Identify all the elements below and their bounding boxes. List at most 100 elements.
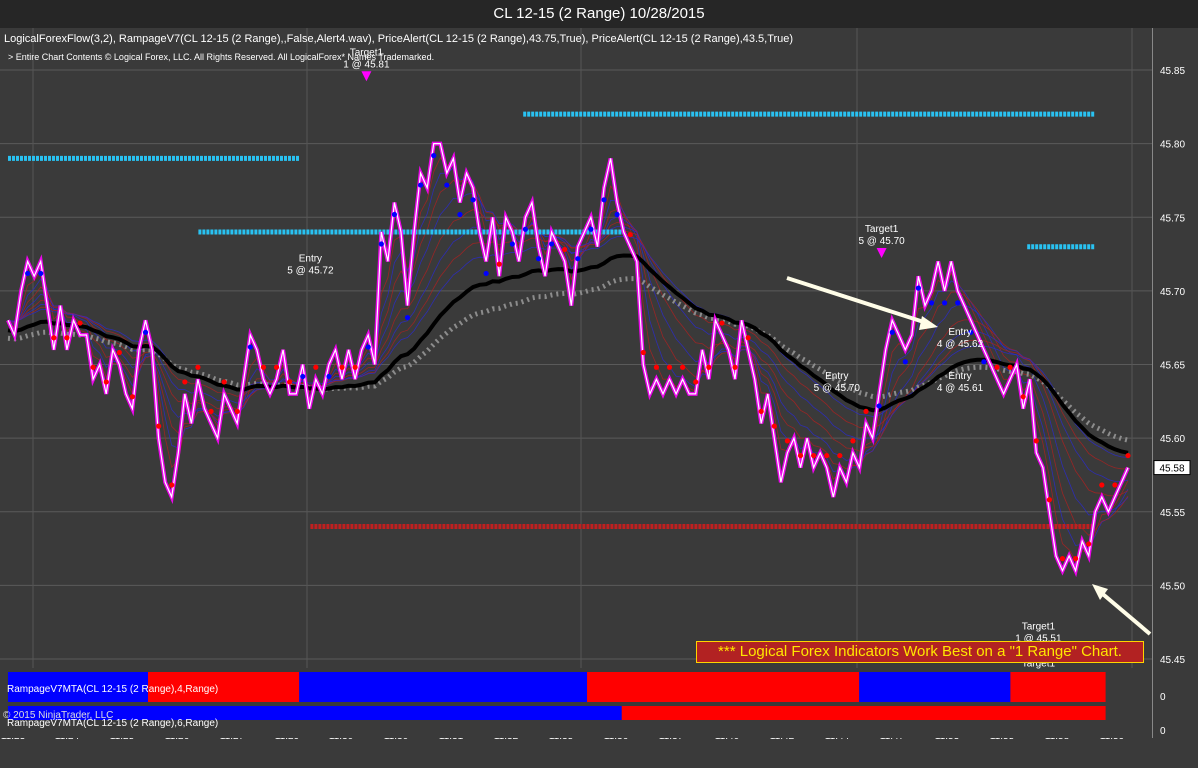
trend-dot <box>25 270 31 277</box>
trend-dot <box>103 379 109 385</box>
trend-dot <box>77 320 83 326</box>
trend-dot <box>129 394 136 400</box>
panel-segment <box>621 706 1106 720</box>
trend-dot <box>863 408 869 414</box>
trend-dot <box>431 153 437 159</box>
trend-dot <box>758 408 764 414</box>
trend-dot <box>1020 394 1026 400</box>
annotation-value: 5 @ 45.70 <box>814 383 861 394</box>
trend-dot <box>1059 556 1066 562</box>
trend-dot <box>719 320 725 326</box>
trend-dot <box>562 246 568 253</box>
trend-dot <box>732 364 738 370</box>
trend-dot <box>942 300 948 306</box>
trend-dot <box>784 438 791 444</box>
y-tick-label: 45.55 <box>1160 508 1185 519</box>
trend-dot <box>876 403 882 409</box>
trend-dot <box>745 335 751 341</box>
trend-dot <box>811 452 817 459</box>
trend-dot <box>457 211 463 218</box>
trend-dot <box>182 379 188 385</box>
copyright-line: > Entire Chart Contents © Logical Forex,… <box>8 52 435 62</box>
trend-dot <box>352 364 358 370</box>
trend-dot <box>575 256 581 262</box>
trend-dot <box>483 270 489 277</box>
annotation-label: Entry <box>299 253 322 264</box>
y-tick-label: 45.85 <box>1160 66 1185 77</box>
annotation-value: 5 @ 45.72 <box>287 265 334 276</box>
trend-dot <box>1007 364 1013 370</box>
trend-dot <box>365 344 371 350</box>
trend-dot <box>850 438 856 444</box>
trend-dot <box>1086 541 1092 547</box>
trend-dot <box>994 364 1000 370</box>
trend-dot <box>156 423 162 429</box>
trend-dot <box>549 241 555 247</box>
annotation-value: 4 @ 45.62 <box>937 339 984 350</box>
trend-dot <box>797 452 804 459</box>
trend-dot <box>38 270 44 277</box>
y-tick-label: 45.70 <box>1160 287 1185 298</box>
trend-dot <box>1125 452 1131 459</box>
trend-dot <box>313 364 319 370</box>
trend-dot <box>889 329 895 335</box>
warning-banner: *** Logical Forex Indicators Work Best o… <box>696 641 1144 663</box>
trend-dot <box>444 182 450 188</box>
trend-dot <box>169 482 175 488</box>
trend-dot <box>64 335 70 341</box>
trend-dot <box>418 182 424 188</box>
trend-dot <box>90 364 96 370</box>
trend-dot <box>693 379 699 385</box>
trend-dot <box>1099 482 1105 488</box>
trend-dot <box>378 241 384 247</box>
y-tick-label: 45.50 <box>1160 581 1185 592</box>
trend-dot <box>195 364 201 370</box>
y-tick-label: 45.80 <box>1160 140 1185 151</box>
trend-dot <box>680 364 686 370</box>
trend-dot <box>234 408 240 414</box>
trend-dot <box>771 423 777 429</box>
panel-segment <box>859 672 1011 702</box>
panel-segment <box>299 672 588 702</box>
trend-dot <box>496 261 502 267</box>
trend-dot <box>902 359 908 365</box>
trend-dot <box>666 364 673 370</box>
panel-label: RampageV7MTA(CL 12-15 (2 Range),4,Range) <box>7 684 218 695</box>
ninjatrader-copyright: © 2015 NinjaTrader, LLC <box>3 710 114 721</box>
trend-dot <box>1046 497 1053 503</box>
trend-dot <box>404 315 411 321</box>
trend-dot <box>640 349 646 356</box>
y-tick-label: 45.75 <box>1160 213 1185 224</box>
trend-dot <box>627 232 633 238</box>
annotation-label: Entry <box>948 327 971 338</box>
annotation-label: Target1 <box>865 224 899 235</box>
trend-dot <box>522 226 529 232</box>
trend-dot <box>470 197 476 203</box>
trend-dot <box>1033 438 1039 444</box>
trend-dot <box>287 379 293 385</box>
y-tick-label: 45.60 <box>1160 434 1185 445</box>
trend-dot <box>142 329 149 335</box>
trend-dot <box>601 197 607 203</box>
trend-dot <box>247 344 253 350</box>
annotation-label: Entry <box>948 371 971 382</box>
trend-dot <box>1073 556 1079 562</box>
annotation-label: Entry <box>825 371 848 382</box>
trend-dot <box>981 359 987 365</box>
trend-dot <box>116 349 122 356</box>
trend-dot <box>221 379 227 385</box>
trend-dot <box>588 226 594 232</box>
trend-dot <box>339 364 345 370</box>
trend-dot <box>824 452 830 459</box>
trend-dot <box>208 408 214 414</box>
trend-dot <box>326 373 332 380</box>
annotation-label: Target1 <box>1022 622 1056 633</box>
y-tick-label: 45.65 <box>1160 361 1185 372</box>
trend-dot <box>915 285 922 291</box>
trend-dot <box>928 300 935 306</box>
trend-dot <box>51 335 57 341</box>
panel-zero-label: 0 <box>1160 692 1166 703</box>
trend-dot <box>260 364 267 370</box>
trend-dot <box>706 364 712 370</box>
trend-dot <box>300 373 306 380</box>
